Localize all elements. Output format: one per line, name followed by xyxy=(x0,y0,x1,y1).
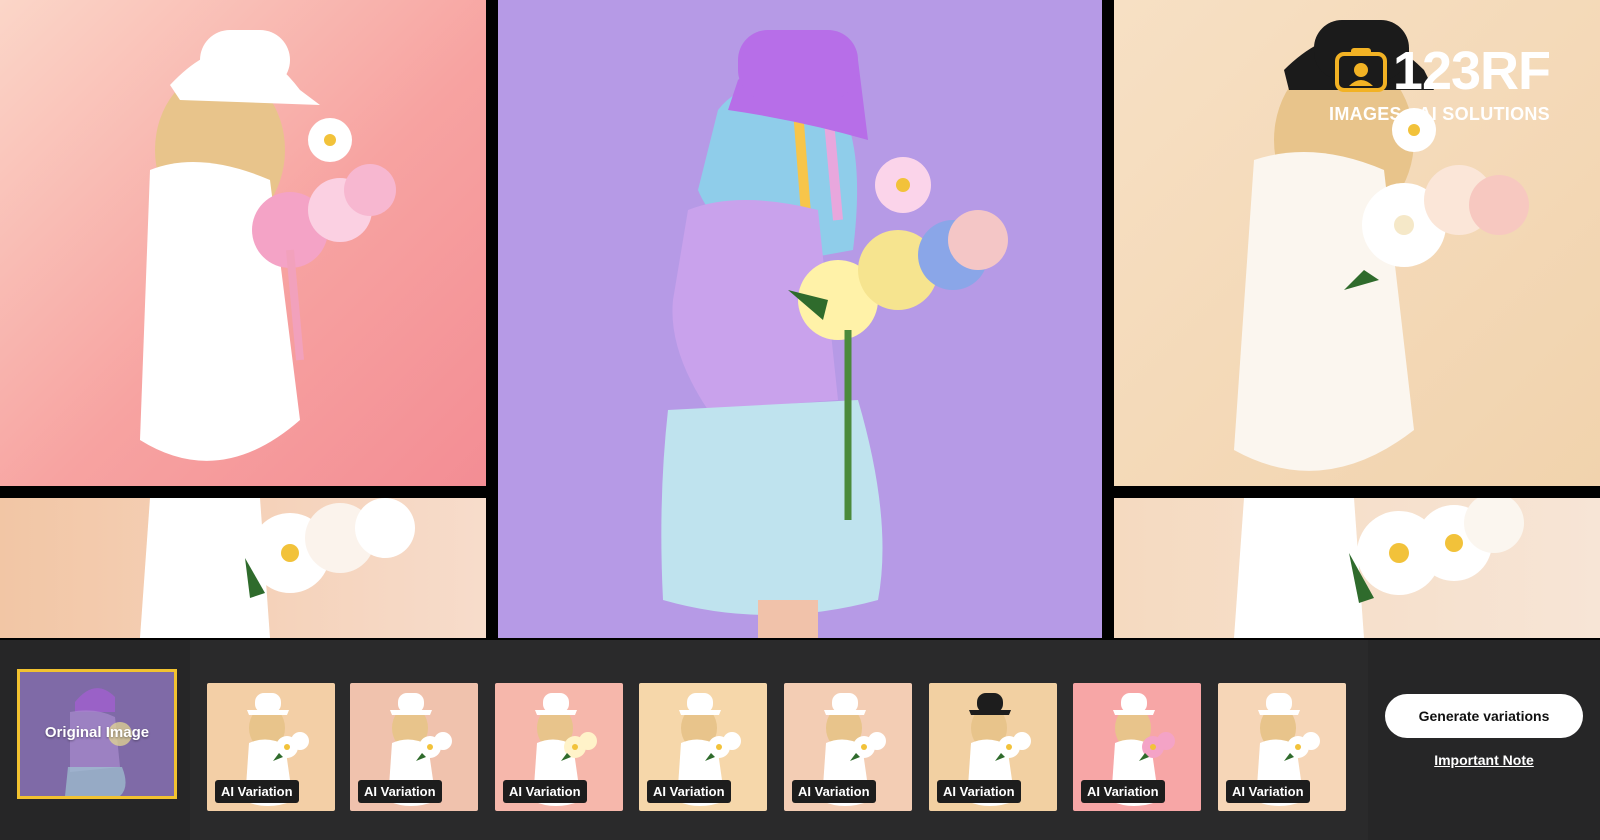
preview-collage: 123RF IMAGES • AI SOLUTIONS xyxy=(0,0,1600,640)
original-image-label: Original Image xyxy=(44,724,150,741)
preview-variation-bottom-left xyxy=(0,498,486,638)
variation-thumbnail[interactable]: AI Variation xyxy=(929,683,1057,811)
woman-figure-illustration xyxy=(661,30,1008,638)
brand-tagline: IMAGES • AI SOLUTIONS xyxy=(1329,104,1550,124)
original-image-section: Original Image xyxy=(0,640,190,840)
woman-figure-illustration xyxy=(140,30,396,461)
brand-name: 123RF xyxy=(1392,41,1551,101)
camera-icon xyxy=(1334,46,1387,97)
important-note-link[interactable]: Important Note xyxy=(1368,752,1600,768)
variation-label: AI Variation xyxy=(215,780,299,803)
variation-label: AI Variation xyxy=(503,780,587,803)
variation-label: AI Variation xyxy=(1226,780,1310,803)
variation-thumbnail[interactable]: AI Variation xyxy=(495,683,623,811)
generate-variations-button[interactable]: Generate variations xyxy=(1385,694,1583,738)
preview-original-image xyxy=(498,0,1102,638)
original-image-thumbnail[interactable]: Original Image xyxy=(17,669,177,799)
woman-figure-illustration xyxy=(1234,498,1524,638)
variation-label: AI Variation xyxy=(1081,780,1165,803)
preview-variation-bottom-right xyxy=(1114,498,1600,638)
preview-variation-top-right: 123RF IMAGES • AI SOLUTIONS xyxy=(1114,0,1600,486)
variation-thumbnail[interactable]: AI Variation xyxy=(207,683,335,811)
variation-thumbnail[interactable]: AI Variation xyxy=(639,683,767,811)
variation-thumbnail[interactable]: AI Variation xyxy=(350,683,478,811)
variation-label: AI Variation xyxy=(358,780,442,803)
woman-figure-illustration xyxy=(140,498,415,638)
variation-thumbnail[interactable]: AI Variation xyxy=(1218,683,1346,811)
variation-label: AI Variation xyxy=(792,780,876,803)
variation-thumbnail[interactable]: AI Variation xyxy=(1073,683,1201,811)
variation-label: AI Variation xyxy=(647,780,731,803)
preview-variation-top-left xyxy=(0,0,486,486)
variation-toolbar: Original Image AI Variation AI Variation… xyxy=(0,640,1600,840)
brand-logo: 123RF IMAGES • AI SOLUTIONS xyxy=(1329,41,1551,125)
variation-label: AI Variation xyxy=(937,780,1021,803)
variation-thumbnail[interactable]: AI Variation xyxy=(784,683,912,811)
actions-panel: Generate variations Important Note xyxy=(1368,640,1600,840)
